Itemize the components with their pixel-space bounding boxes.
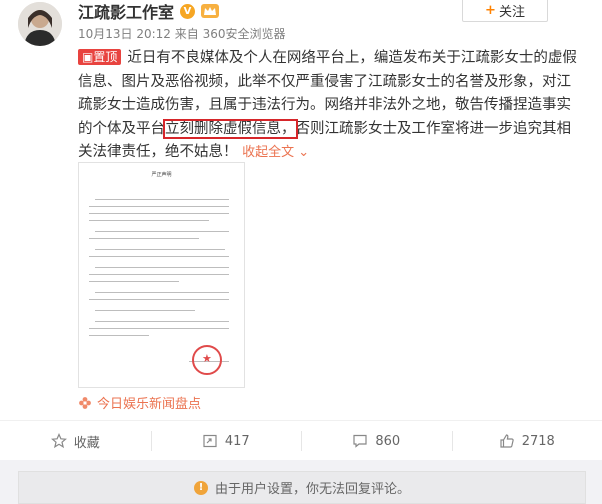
doc-line — [89, 281, 179, 282]
doc-line — [89, 256, 229, 257]
post-source: 来自 360安全浏览器 — [175, 27, 286, 41]
notice-text: 由于用户设置，你无法回复评论。 — [215, 478, 410, 497]
red-seal-stamp: ★ — [192, 345, 222, 375]
seal-star-icon: ★ — [202, 352, 212, 365]
author-name[interactable]: 江疏影工作室 — [78, 0, 174, 23]
author-row: 江疏影工作室 V — [78, 1, 219, 21]
weibo-post-card: 江疏影工作室 V + 关注 10月13日 20:12 来自 360安全浏览器 ▣… — [0, 0, 602, 500]
follow-button[interactable]: + 关注 — [462, 0, 548, 22]
comment-button[interactable]: 860 — [301, 421, 452, 461]
plus-icon: + — [485, 3, 496, 18]
doc-line — [95, 292, 229, 293]
reply-disabled-notice: ! 由于用户设置，你无法回复评论。 — [18, 471, 586, 504]
like-count: 2718 — [522, 434, 555, 449]
avatar-photo — [18, 2, 62, 46]
favorite-button[interactable]: 收藏 — [0, 421, 151, 461]
highlighted-phrase: 立刻删除虚假信息， — [165, 121, 296, 137]
doc-line — [95, 231, 229, 232]
crown-icon — [203, 6, 217, 16]
post-meta: 10月13日 20:12 来自 360安全浏览器 — [78, 25, 286, 42]
warning-icon: ! — [194, 481, 208, 495]
like-button[interactable]: 2718 — [452, 421, 602, 461]
doc-line — [95, 321, 229, 322]
repost-count: 417 — [225, 434, 250, 449]
follow-label: 关注 — [499, 1, 525, 20]
doc-line — [89, 328, 229, 329]
source-link-label: 今日娱乐新闻盘点 — [97, 393, 201, 412]
collapse-label: 收起全文 — [242, 145, 294, 160]
member-icon — [201, 4, 219, 18]
doc-line — [95, 199, 229, 200]
pin-label: 置顶 — [93, 50, 117, 64]
statement-title: 严正声明 — [79, 171, 244, 178]
doc-line — [89, 335, 149, 336]
doc-line — [89, 206, 229, 207]
repost-icon — [202, 433, 218, 449]
statement-image[interactable]: 严正声明 ★ — [78, 162, 245, 388]
chevron-up-icon: ⌄ — [298, 145, 309, 160]
post-body: 江疏影工作室 V + 关注 10月13日 20:12 来自 360安全浏览器 ▣… — [0, 0, 602, 460]
flower-icon — [78, 396, 92, 410]
verified-icon: V — [180, 4, 195, 19]
doc-line — [95, 249, 225, 250]
action-bar: 收藏 417 860 2718 — [0, 420, 602, 461]
doc-line — [89, 238, 199, 239]
favorite-label: 收藏 — [74, 432, 100, 451]
post-time[interactable]: 10月13日 20:12 — [78, 27, 171, 41]
source-link[interactable]: 今日娱乐新闻盘点 — [78, 393, 201, 412]
pin-icon: ▣ — [82, 50, 93, 64]
doc-line — [95, 310, 195, 311]
comment-count: 860 — [375, 434, 400, 449]
doc-line — [89, 213, 229, 214]
author-avatar[interactable] — [18, 2, 62, 46]
doc-line — [89, 274, 229, 275]
doc-line — [95, 267, 229, 268]
pinned-badge: ▣置顶 — [78, 49, 121, 65]
doc-line — [89, 220, 209, 221]
collapse-link[interactable]: 收起全文 ⌄ — [242, 145, 309, 160]
repost-button[interactable]: 417 — [151, 421, 302, 461]
comment-icon — [352, 433, 368, 449]
star-icon — [51, 433, 67, 449]
thumb-up-icon — [499, 433, 515, 449]
doc-line — [89, 299, 229, 300]
post-text: ▣置顶近日有不良媒体及个人在网络平台上，编造发布关于江疏影女士的虚假信息、图片及… — [78, 47, 578, 165]
